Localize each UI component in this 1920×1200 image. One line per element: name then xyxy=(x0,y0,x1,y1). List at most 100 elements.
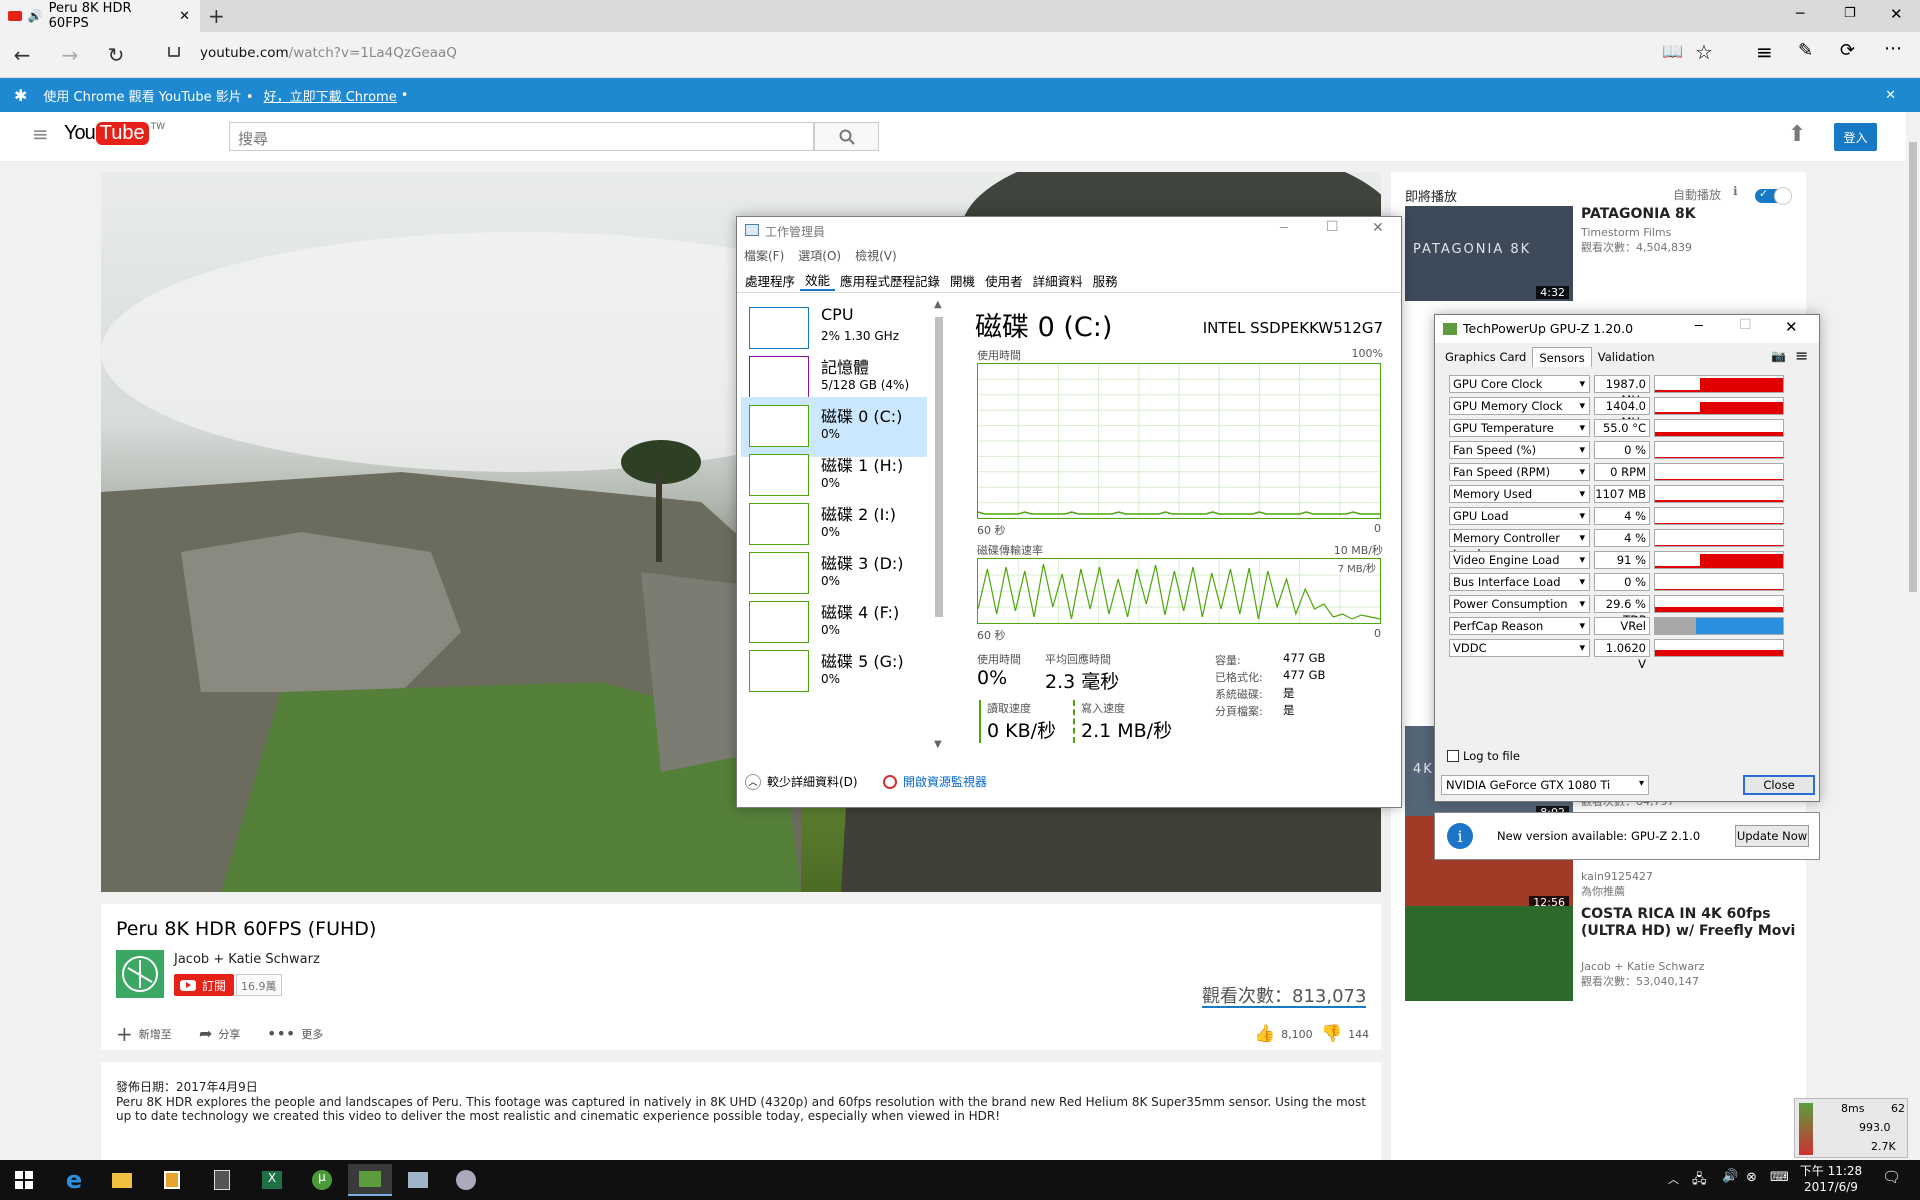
tm-minimize-button[interactable]: ─ xyxy=(1280,221,1288,236)
speaker-icon[interactable]: 🔊 xyxy=(28,9,43,23)
forward-icon[interactable]: → xyxy=(58,43,82,67)
excel-icon[interactable]: X xyxy=(252,1164,292,1196)
guide-menu-icon[interactable]: ≡ xyxy=(32,122,49,146)
tm-tab[interactable]: 使用者 xyxy=(980,269,1028,291)
tm-tab[interactable]: 應用程式歷程記錄 xyxy=(835,269,945,291)
like-button[interactable]: 👍 8,100 xyxy=(1254,1024,1313,1044)
gpuz-menu-icon[interactable]: ≡ xyxy=(1795,346,1808,365)
search-button[interactable] xyxy=(814,122,879,151)
sensor-name[interactable]: GPU Memory Clock xyxy=(1449,397,1590,415)
search-input[interactable]: 搜尋 xyxy=(229,122,814,151)
task-manager-taskbar-icon[interactable] xyxy=(398,1164,438,1196)
promo-link[interactable]: 好，立即下載 Chrome xyxy=(264,86,397,105)
sensor-name[interactable]: Fan Speed (RPM) xyxy=(1449,463,1590,481)
start-button[interactable] xyxy=(4,1164,44,1196)
gpuz-maximize-button[interactable]: ☐ xyxy=(1739,317,1752,333)
utorrent-icon[interactable]: µ xyxy=(302,1164,342,1196)
tm-maximize-button[interactable]: ☐ xyxy=(1326,219,1339,235)
gpuz-tab[interactable]: Graphics Card xyxy=(1439,347,1532,368)
video-title[interactable]: PATAGONIA 8K xyxy=(1581,206,1801,223)
gpuz-close-button[interactable]: ✕ xyxy=(1785,318,1798,336)
tm-tab[interactable]: 效能 xyxy=(800,269,836,291)
resource-monitor-link[interactable]: 開啟資源監視器 xyxy=(883,773,987,790)
page-scrollbar[interactable] xyxy=(1906,112,1920,1160)
scroll-down-icon[interactable]: ▼ xyxy=(934,739,942,750)
back-icon[interactable]: ← xyxy=(10,43,34,67)
reading-view-icon[interactable]: 📖 xyxy=(1662,42,1683,62)
share-icon[interactable]: ⟳ xyxy=(1840,40,1855,61)
tm-tab[interactable]: 服務 xyxy=(1088,269,1123,291)
sensor-name[interactable]: GPU Temperature xyxy=(1449,419,1590,437)
log-to-file-checkbox[interactable]: Log to file xyxy=(1447,749,1520,763)
sensor-name[interactable]: Bus Interface Load xyxy=(1449,573,1590,591)
edge-icon[interactable]: e xyxy=(54,1164,94,1196)
gpuz-tab[interactable]: Validation xyxy=(1592,347,1661,368)
dislike-button[interactable]: 👎 144 xyxy=(1321,1024,1369,1044)
url-field[interactable]: youtube.com/watch?v=1La4QzGeaaQ xyxy=(200,45,457,61)
close-window-button[interactable]: ✕ xyxy=(1890,5,1903,23)
sensor-name[interactable]: Power Consumption xyxy=(1449,595,1590,613)
gpuz-tab[interactable]: Sensors xyxy=(1532,347,1592,368)
refresh-icon[interactable]: ↻ xyxy=(104,43,128,67)
video-thumbnail[interactable]: PATAGONIA 8K 4:32 xyxy=(1405,206,1573,301)
scroll-thumb[interactable] xyxy=(935,317,943,617)
restore-button[interactable]: ❐ xyxy=(1844,6,1856,21)
browser-tab[interactable]: 🔊 Peru 8K HDR 60FPS ✕ xyxy=(0,0,200,32)
tm-close-button[interactable]: ✕ xyxy=(1372,220,1384,236)
subscribe-button[interactable]: 訂閱 xyxy=(174,974,235,996)
tm-menu-item[interactable]: 檔案(F) xyxy=(744,247,784,264)
sensor-name[interactable]: Video Engine Load xyxy=(1449,551,1590,569)
gpuz-minimize-button[interactable]: ─ xyxy=(1695,319,1703,334)
input-method-icon[interactable]: ⌨ xyxy=(1770,1170,1789,1185)
sensor-name[interactable]: VDDC xyxy=(1449,639,1590,657)
sensor-name[interactable]: PerfCap Reason xyxy=(1449,617,1590,635)
web-note-icon[interactable]: ✎ xyxy=(1798,40,1813,61)
sensor-name[interactable]: GPU Load xyxy=(1449,507,1590,525)
tm-scrollbar[interactable]: ▲ ▼ xyxy=(933,299,945,753)
clock[interactable]: 下午 11:28 2017/6/9 xyxy=(1796,1163,1866,1195)
more-button[interactable]: ••• 更多 xyxy=(267,1024,323,1043)
channel-avatar[interactable] xyxy=(116,950,164,998)
youtube-logo[interactable]: You Tube TW xyxy=(64,122,165,145)
favorite-star-icon[interactable]: ☆ xyxy=(1695,40,1713,64)
tm-tab[interactable]: 詳細資料 xyxy=(1028,269,1088,291)
scroll-up-icon[interactable]: ▲ xyxy=(934,299,942,310)
promo-close-icon[interactable]: ✕ xyxy=(1885,88,1896,103)
info-icon[interactable]: ℹ xyxy=(1733,184,1738,198)
video-title[interactable]: COSTA RICA IN 4K 60fps (ULTRA HD) w/ Fre… xyxy=(1581,906,1801,940)
tm-tab[interactable]: 處理程序 xyxy=(740,269,800,291)
page-scroll-thumb[interactable] xyxy=(1909,142,1917,592)
tm-tab[interactable]: 開機 xyxy=(945,269,980,291)
file-explorer-icon[interactable] xyxy=(102,1164,142,1196)
more-icon[interactable]: ⋯ xyxy=(1884,38,1902,59)
app-icon-9[interactable] xyxy=(446,1164,486,1196)
tray-chevron-icon[interactable]: ︿ xyxy=(1668,1171,1679,1187)
tab-close-icon[interactable]: ✕ xyxy=(179,9,190,24)
share-button[interactable]: ➦ 分享 xyxy=(199,1024,240,1043)
network-icon[interactable]: 🖧 xyxy=(1692,1170,1707,1192)
upload-icon[interactable]: ⬆ xyxy=(1788,122,1806,147)
tm-menu-item[interactable]: 檢視(V) xyxy=(855,247,897,264)
camera-icon[interactable]: 📷 xyxy=(1771,349,1786,363)
hub-icon[interactable]: ≡ xyxy=(1756,40,1773,64)
tm-perf-item[interactable]: 磁碟 5 (G:) 0% xyxy=(741,642,927,702)
channel-name[interactable]: Jacob + Katie Schwarz xyxy=(174,952,320,967)
sensor-name[interactable]: Memory Used xyxy=(1449,485,1590,503)
autoplay-toggle[interactable]: ✓ xyxy=(1755,187,1792,205)
gpuz-taskbar-icon[interactable] xyxy=(348,1164,392,1196)
fewer-details-button[interactable]: ︿ 較少詳細資料(D) xyxy=(745,773,858,790)
video-thumbnail[interactable] xyxy=(1405,906,1573,1001)
tray-app-icon[interactable]: ⊗ xyxy=(1746,1170,1757,1185)
volume-icon[interactable]: 🔊 xyxy=(1722,1169,1738,1184)
calculator-icon[interactable] xyxy=(202,1164,242,1196)
add-to-button[interactable]: + 新增至 xyxy=(116,1022,172,1046)
sensor-name[interactable]: Fan Speed (%) xyxy=(1449,441,1590,459)
sensor-name[interactable]: GPU Core Clock xyxy=(1449,375,1590,393)
new-tab-button[interactable]: + xyxy=(208,4,225,28)
minimize-button[interactable]: ─ xyxy=(1796,6,1804,22)
gpu-select[interactable]: NVIDIA GeForce GTX 1080 Ti ▾ xyxy=(1441,775,1649,795)
gpuz-close-action-button[interactable]: Close xyxy=(1743,775,1815,795)
signin-button[interactable]: 登入 xyxy=(1834,123,1877,151)
update-now-button[interactable]: Update Now xyxy=(1735,825,1809,847)
tm-menu-item[interactable]: 選項(O) xyxy=(798,247,841,264)
